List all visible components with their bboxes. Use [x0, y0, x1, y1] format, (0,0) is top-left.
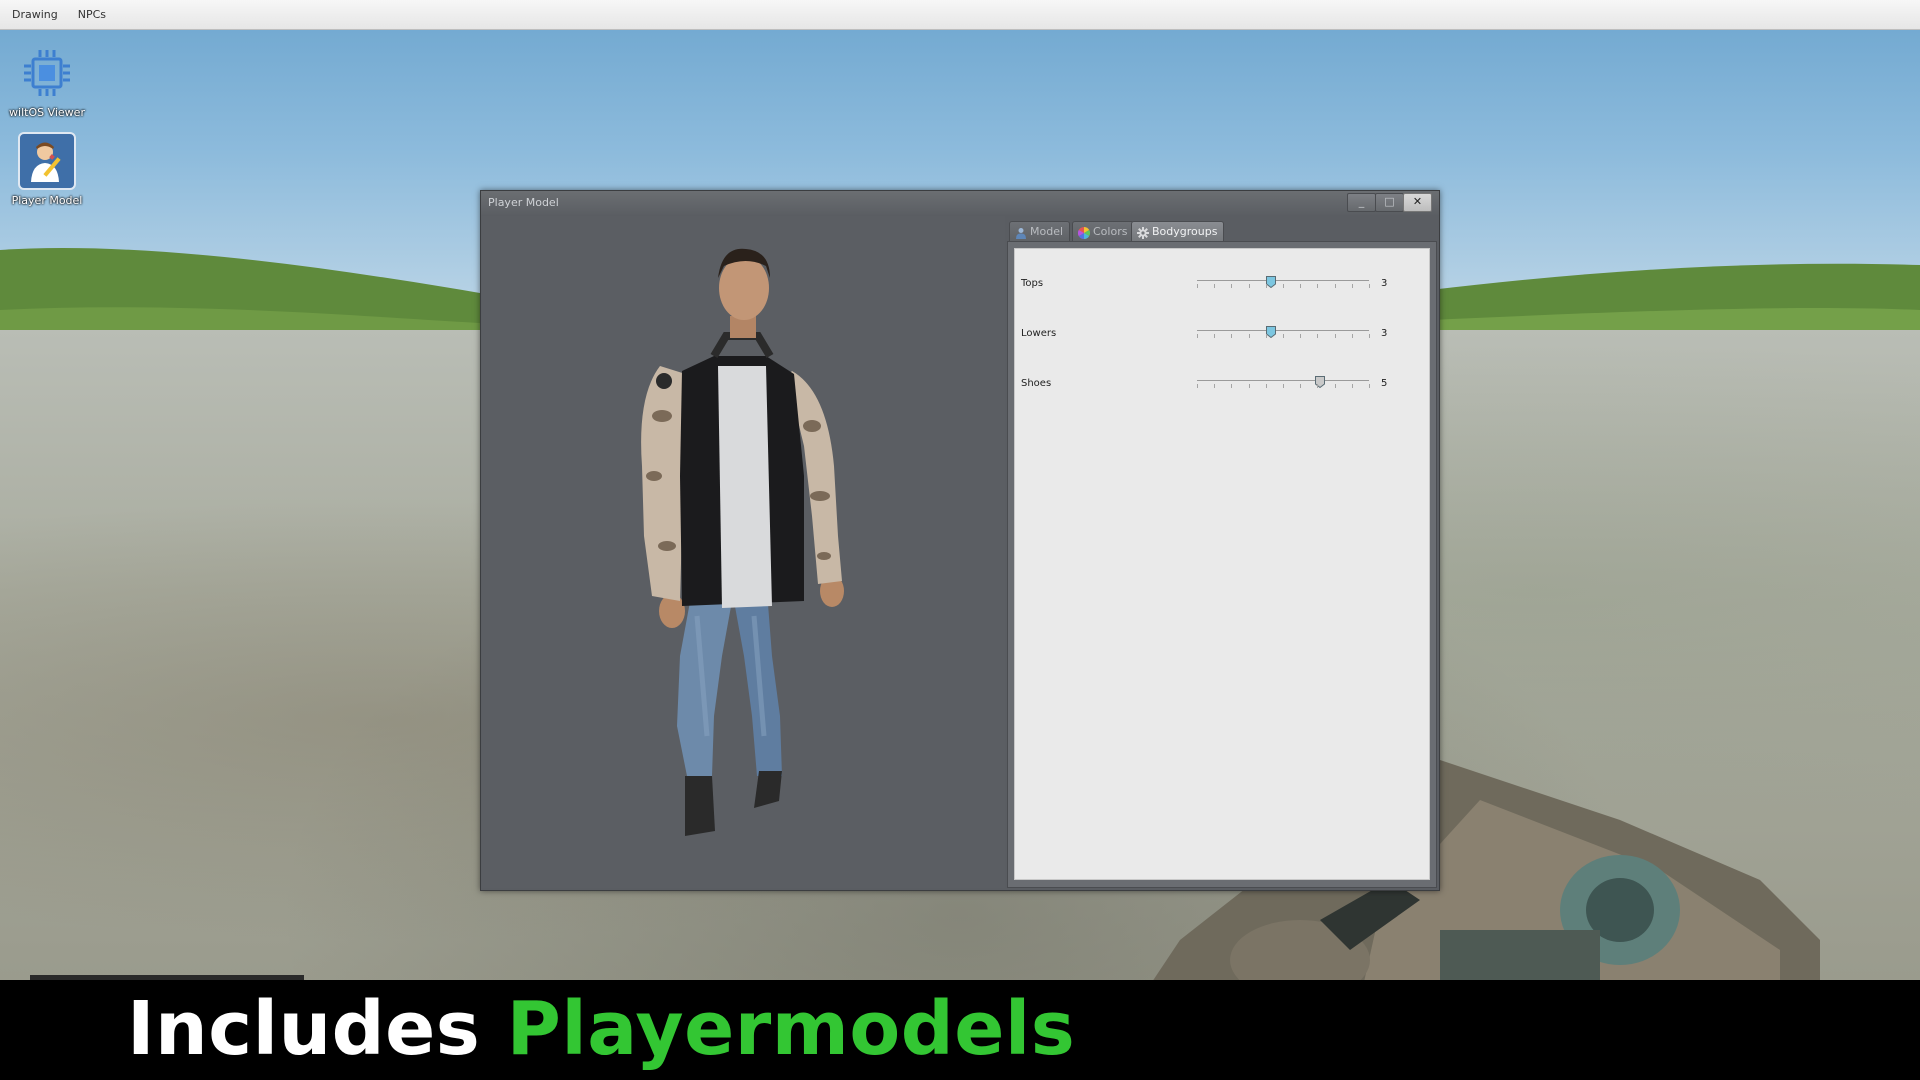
slider-tick: [1317, 284, 1318, 288]
slider-tick: [1300, 284, 1301, 288]
bodygroup-row-tops: Tops 3: [1015, 272, 1429, 302]
bodygroup-label: Lowers: [1021, 328, 1057, 339]
slider-tick: [1266, 334, 1267, 338]
slider-tick: [1231, 284, 1232, 288]
slider-tick: [1214, 334, 1215, 338]
slider-tick: [1335, 284, 1336, 288]
desktop-icon-label: Player Model: [11, 194, 83, 207]
chip-icon: [18, 44, 76, 102]
slider-tick: [1300, 334, 1301, 338]
slider-tick: [1249, 334, 1250, 338]
slider-tick: [1317, 334, 1318, 338]
slider-tick: [1231, 384, 1232, 388]
tab-bodygroups-label: Bodygroups: [1152, 225, 1218, 238]
slider-tick: [1214, 384, 1215, 388]
tab-panel-frame: Tops 3 Lowers 3 Shoes 5: [1007, 241, 1437, 888]
minimize-button[interactable]: _: [1347, 193, 1376, 212]
slider-tick: [1283, 284, 1284, 288]
slider-knob[interactable]: [1266, 273, 1276, 289]
player-model-icon: [18, 132, 76, 190]
tab-model[interactable]: Model: [1009, 221, 1071, 242]
slider-tick: [1317, 384, 1318, 388]
caption-white-text: Includes: [127, 986, 481, 1072]
slider-tick: [1335, 384, 1336, 388]
slider-tick: [1300, 384, 1301, 388]
slider-knob[interactable]: [1266, 323, 1276, 339]
close-button[interactable]: ✕: [1403, 193, 1432, 212]
window-titlebar[interactable]: Player Model _ □ ✕: [481, 191, 1439, 215]
slider-tick: [1197, 334, 1198, 338]
slider-track[interactable]: [1197, 380, 1369, 381]
slider-tick: [1369, 284, 1370, 288]
slider-tick: [1369, 334, 1370, 338]
desktop-icon-label: wiltOS Viewer: [9, 106, 85, 119]
model-preview-viewport[interactable]: [482, 216, 1005, 888]
slider-tick: [1352, 284, 1353, 288]
slider-tick: [1335, 334, 1336, 338]
promo-caption: Includes Playermodels: [127, 984, 1075, 1074]
player-model-window: Player Model _ □ ✕ Model Colors Bodygrou…: [480, 190, 1440, 891]
caption-accent-strip: [30, 975, 304, 980]
gear-icon: [1137, 226, 1149, 239]
slider-tick: [1249, 284, 1250, 288]
color-wheel-icon: [1077, 226, 1091, 239]
slider-tick: [1266, 284, 1267, 288]
slider-track[interactable]: [1197, 330, 1369, 331]
slider-tick: [1231, 334, 1232, 338]
bodygroup-value: 3: [1381, 278, 1388, 289]
slider-tick: [1352, 334, 1353, 338]
bodygroup-label: Tops: [1021, 278, 1044, 289]
slider-tick: [1197, 384, 1198, 388]
maximize-button[interactable]: □: [1375, 193, 1404, 212]
tab-bodygroups[interactable]: Bodygroups: [1131, 221, 1225, 242]
bodygroup-label: Shoes: [1021, 378, 1052, 389]
desktop-icon-wiltos-viewer[interactable]: wiltOS Viewer: [7, 44, 87, 119]
tab-colors-label: Colors: [1093, 225, 1128, 238]
bodygroup-value: 5: [1381, 378, 1388, 389]
slider-tick: [1266, 384, 1267, 388]
slider-tick: [1197, 284, 1198, 288]
bodygroup-row-lowers: Lowers 3: [1015, 322, 1429, 352]
bodygroup-row-shoes: Shoes 5: [1015, 372, 1429, 402]
slider-tick: [1369, 384, 1370, 388]
caption-green-text: Playermodels: [506, 986, 1076, 1072]
window-title: Player Model: [488, 196, 559, 209]
tab-colors[interactable]: Colors: [1072, 221, 1135, 242]
slider-track[interactable]: [1197, 280, 1369, 281]
person-icon: [1015, 226, 1027, 239]
slider-tick: [1214, 284, 1215, 288]
player-model-figure: [641, 248, 844, 836]
slider-tick: [1283, 384, 1284, 388]
menu-npcs[interactable]: NPCs: [68, 0, 116, 29]
bodygroup-value: 3: [1381, 328, 1388, 339]
slider-tick: [1249, 384, 1250, 388]
promo-caption-bar: Includes Playermodels: [0, 975, 1920, 1080]
slider-tick: [1283, 334, 1284, 338]
bodygroups-panel: Tops 3 Lowers 3 Shoes 5: [1014, 248, 1430, 880]
slider-tick: [1352, 384, 1353, 388]
tab-model-label: Model: [1030, 225, 1064, 238]
desktop-icon-player-model[interactable]: Player Model: [7, 132, 87, 207]
menu-drawing[interactable]: Drawing: [0, 0, 68, 29]
top-menubar: Drawing NPCs: [0, 0, 1920, 30]
